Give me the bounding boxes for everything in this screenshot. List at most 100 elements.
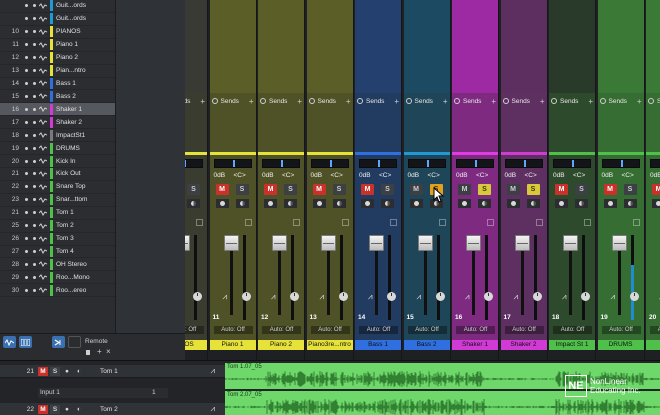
- record-dot-icon[interactable]: [33, 146, 36, 150]
- track-name[interactable]: Piano 2: [56, 54, 78, 61]
- volume-readout[interactable]: 0dB: [602, 172, 614, 179]
- pan-knob[interactable]: [435, 292, 445, 301]
- automation-mode-button[interactable]: Auto: Off: [359, 326, 398, 334]
- mute-button[interactable]: M: [215, 184, 229, 195]
- solo-button[interactable]: S: [332, 184, 346, 195]
- record-dot-icon[interactable]: [33, 30, 36, 34]
- volume-readout[interactable]: 0dB: [214, 172, 226, 179]
- record-dot-icon[interactable]: [33, 275, 36, 279]
- channel-name-label[interactable]: Bass 2: [403, 340, 450, 350]
- automation-icon[interactable]: ⩘: [210, 366, 215, 376]
- volume-fader[interactable]: [320, 235, 336, 251]
- track-color-swatch[interactable]: [50, 142, 53, 154]
- visibility-dot-icon[interactable]: [25, 107, 28, 111]
- visibility-dot-icon[interactable]: [25, 172, 28, 176]
- pan-readout[interactable]: <C>: [282, 172, 294, 179]
- automation-mode-button[interactable]: Auto: Off: [262, 326, 301, 334]
- track-color-swatch[interactable]: [50, 245, 53, 257]
- solo-button[interactable]: S: [623, 184, 637, 195]
- record-dot-icon[interactable]: [33, 172, 36, 176]
- power-icon[interactable]: [211, 98, 218, 104]
- pan-knob[interactable]: [290, 292, 299, 301]
- record-dot-icon[interactable]: [33, 262, 36, 266]
- monitor-button[interactable]: [623, 199, 637, 208]
- record-dot-icon[interactable]: [33, 198, 36, 202]
- volume-fader[interactable]: [223, 235, 239, 251]
- mixer-channel[interactable]: Sends +0dB <C> M S ⩘ 11 Auto: Off Piano 1: [209, 0, 257, 360]
- mute-button[interactable]: M: [38, 366, 48, 376]
- track-list-item[interactable]: 26 Tom 3: [0, 233, 115, 246]
- expand-box-icon[interactable]: [390, 219, 397, 226]
- automation-icon[interactable]: ⩘: [417, 292, 422, 302]
- visibility-dot-icon[interactable]: [25, 133, 28, 137]
- track-color-swatch[interactable]: [50, 129, 53, 141]
- track-color-swatch[interactable]: [50, 52, 53, 64]
- track-list-item[interactable]: 20 Kick In: [0, 155, 115, 168]
- automation-mode-button[interactable]: Auto: Off: [553, 326, 592, 334]
- visibility-dot-icon[interactable]: [25, 198, 28, 202]
- pan-knob[interactable]: [338, 292, 348, 301]
- record-arm-button[interactable]: [458, 199, 471, 208]
- visibility-dot-icon[interactable]: [25, 185, 28, 189]
- sends-panel[interactable]: Sends +: [403, 93, 450, 155]
- track-color-swatch[interactable]: [50, 116, 53, 128]
- automation-icon[interactable]: ⩘: [562, 292, 567, 302]
- track-list-item[interactable]: 18 ImpactSt1: [0, 129, 115, 143]
- track-name[interactable]: Kick Out: [56, 170, 81, 177]
- channel-insert-area[interactable]: [597, 0, 644, 93]
- track-name[interactable]: Pian...ntro: [56, 67, 86, 74]
- automation-icon[interactable]: ⩘: [368, 292, 373, 302]
- track-name[interactable]: DRUMS: [56, 145, 80, 152]
- mixer-channel[interactable]: Sends +0dB <C> M S ⩘ 16 Auto: Off Shaker 1: [452, 0, 499, 360]
- channel-name-label[interactable]: Shaker 1: [452, 340, 498, 350]
- volume-readout[interactable]: 0dB: [650, 172, 660, 179]
- track-name[interactable]: Tom 3: [56, 235, 74, 242]
- track-list-item[interactable]: 27 Tom 4: [0, 245, 115, 259]
- track-list-item[interactable]: 21 Tom 1: [0, 207, 115, 220]
- monitor-button[interactable]: [235, 199, 249, 208]
- pan-readout[interactable]: <C>: [476, 172, 488, 179]
- mixer-channel[interactable]: Sends +0dB <C> M S ⩘ 17 Auto: Off Shaker 2: [500, 0, 548, 360]
- volume-readout[interactable]: 0dB: [553, 172, 565, 179]
- power-icon[interactable]: [648, 98, 654, 104]
- pan-knob[interactable]: [484, 292, 493, 301]
- solo-button[interactable]: S: [575, 184, 588, 195]
- visibility-dot-icon[interactable]: [25, 30, 28, 34]
- visibility-dot-icon[interactable]: [25, 237, 28, 241]
- visibility-dot-icon[interactable]: [25, 69, 28, 73]
- pan-readout[interactable]: <C>: [622, 172, 634, 179]
- monitor-button[interactable]: [332, 199, 346, 208]
- mute-button[interactable]: M: [603, 184, 617, 195]
- channel-insert-area[interactable]: [500, 0, 547, 93]
- mute-button[interactable]: M: [312, 184, 326, 195]
- automation-mode-button[interactable]: Auto: Off: [650, 326, 660, 334]
- monitor-button[interactable]: [478, 199, 491, 208]
- channel-insert-area[interactable]: [549, 0, 595, 93]
- track-list-item[interactable]: 19 DRUMS: [0, 142, 115, 156]
- track-list-item[interactable]: 15 Bass 2: [0, 90, 115, 104]
- pan-readout[interactable]: <C>: [573, 172, 585, 179]
- sends-panel[interactable]: Sends +: [209, 93, 256, 155]
- solo-button[interactable]: S: [478, 184, 491, 195]
- add-icon[interactable]: +: [97, 347, 102, 356]
- track-name[interactable]: ImpactSt1: [56, 132, 85, 139]
- expand-box-icon[interactable]: [584, 219, 591, 226]
- channel-name-label[interactable]: Ki...: [646, 340, 660, 350]
- record-arm-button[interactable]: [215, 199, 229, 208]
- track-list-item[interactable]: 17 Shaker 2: [0, 116, 115, 130]
- sends-panel[interactable]: Sends +: [258, 93, 304, 155]
- record-dot-icon[interactable]: [33, 81, 36, 85]
- track-list-item[interactable]: 23 Snar...ttom: [0, 194, 115, 207]
- mixer-channel[interactable]: Sends+0dB<C>MS⩘20Auto: OffKi...: [646, 0, 660, 360]
- automation-icon[interactable]: ⩘: [465, 292, 470, 302]
- track-color-swatch[interactable]: [50, 77, 53, 89]
- add-send-icon[interactable]: +: [200, 97, 205, 106]
- automation-mode-button[interactable]: Auto: Off: [456, 326, 495, 334]
- record-arm-button[interactable]: ●: [62, 367, 72, 376]
- track-name[interactable]: Tom 2: [100, 406, 118, 413]
- sends-panel[interactable]: Sends +: [500, 93, 547, 155]
- record-arm-button[interactable]: [361, 199, 374, 208]
- power-icon[interactable]: [454, 98, 460, 104]
- track-name[interactable]: Shaker 1: [56, 106, 82, 113]
- channel-name-label[interactable]: Shaker 2: [500, 340, 547, 350]
